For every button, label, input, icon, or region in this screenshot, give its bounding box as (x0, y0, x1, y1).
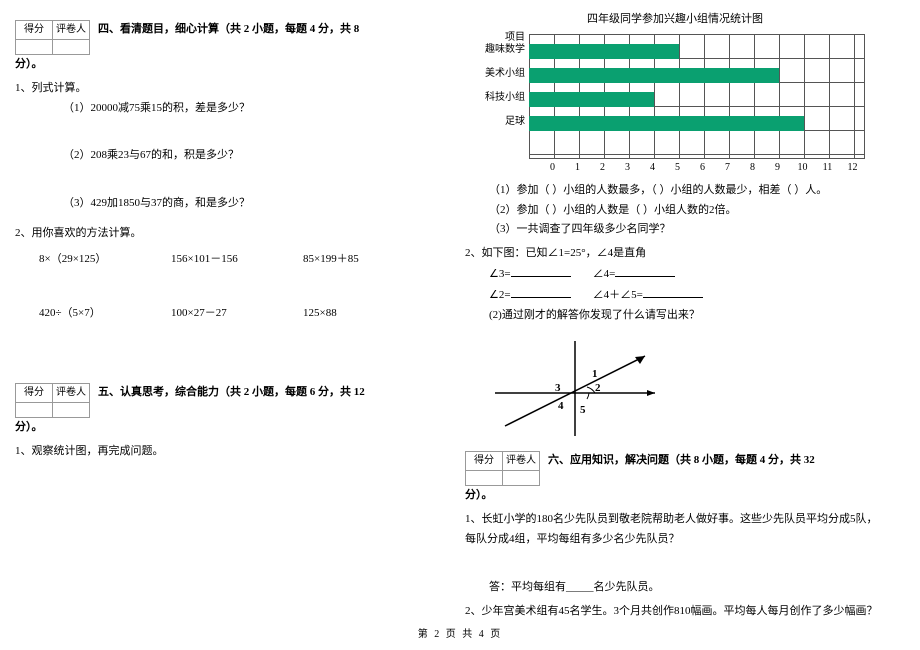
chart-grid (529, 34, 865, 159)
interest-group-chart: 四年级同学参加兴趣小组情况统计图 项目 趣味数学 美术小组 科技小组 足球 01… (485, 10, 865, 177)
s4-q1-c: （3）429加1850与37的商，和是多少？ (15, 194, 435, 214)
section-4-title-cont: 分）。 (15, 55, 435, 75)
angle-line2: ∠2= ∠4＋∠5= (465, 285, 885, 306)
score-box-5: 得分评卷人 (15, 383, 90, 418)
s4-q1-b: （2）208乘23与67的和，积是多少？ (15, 146, 435, 166)
section-5-title-cont: 分）。 (15, 418, 435, 438)
s6-ans1: 答：平均每组有_____名少先队员。 (465, 578, 885, 598)
chart-q-a: （1）参加（ ）小组的人数最多，（ ）小组的人数最少，相差（ ）人。 (465, 181, 885, 201)
page-footer: 第 2 页 共 4 页 (0, 626, 920, 644)
chart-q-b: （2）参加（ ）小组的人数是（ ）小组人数的2倍。 (465, 201, 885, 221)
s4-q2-label: 2、用你喜欢的方法计算。 (15, 224, 435, 244)
svg-text:3: 3 (555, 382, 561, 394)
score-box-6: 得分评卷人 (465, 451, 540, 486)
section-6-title: 六、应用知识，解决问题（共 8 小题，每题 4 分，共 32 (548, 451, 815, 471)
section-6-title-cont: 分）。 (465, 486, 885, 506)
angle-line3: (2)通过刚才的解答你发现了什么请写出来？ (465, 306, 885, 326)
svg-text:5: 5 (580, 404, 586, 416)
chart-title: 四年级同学参加兴趣小组情况统计图 (485, 10, 865, 30)
chart-y-labels: 项目 趣味数学 美术小组 科技小组 足球 (485, 34, 529, 159)
chart-q-c: （3）一共调查了四年级多少名同学？ (465, 220, 885, 240)
score-box-4: 得分评卷人 (15, 20, 90, 55)
section-5-title: 五、认真思考，综合能力（共 2 小题，每题 6 分，共 12 (98, 383, 365, 403)
s6-q2: 2、少年宫美术组有45名学生。3个月共创作810幅画。平均每人每月创作了多少幅画… (465, 602, 885, 622)
chart-x-axis: 0123456789101112 (540, 159, 865, 177)
bar-1 (529, 68, 779, 83)
angle-diagram: 1 2 3 4 5 (495, 331, 645, 441)
svg-text:2: 2 (595, 382, 601, 394)
section-4-title: 四、看清题目，细心计算（共 2 小题，每题 4 分，共 8 (98, 20, 359, 40)
bar-3 (529, 116, 804, 131)
s4-q1-label: 1、列式计算。 (15, 79, 435, 99)
s5-q1: 1、观察统计图，再完成问题。 (15, 442, 435, 462)
svg-text:1: 1 (592, 368, 598, 380)
angle-intro: 2、如下图：已知∠1=25°，∠4是直角 (465, 244, 885, 264)
bar-0 (529, 44, 679, 59)
angle-line1: ∠3= ∠4= (465, 264, 885, 285)
bar-2 (529, 92, 654, 107)
svg-text:4: 4 (558, 400, 564, 412)
s6-q1: 1、长虹小学的180名少先队员到敬老院帮助老人做好事。这些少先队员平均分成5队，… (465, 510, 885, 550)
s4-q2-row2: 420÷（5×7）100×27－27125×88 (15, 304, 435, 324)
s4-q2-row1: 8×（29×125）156×101－15685×199＋85 (15, 250, 435, 270)
s4-q1-a: （1）20000减75乘15的积，差是多少？ (15, 99, 435, 119)
